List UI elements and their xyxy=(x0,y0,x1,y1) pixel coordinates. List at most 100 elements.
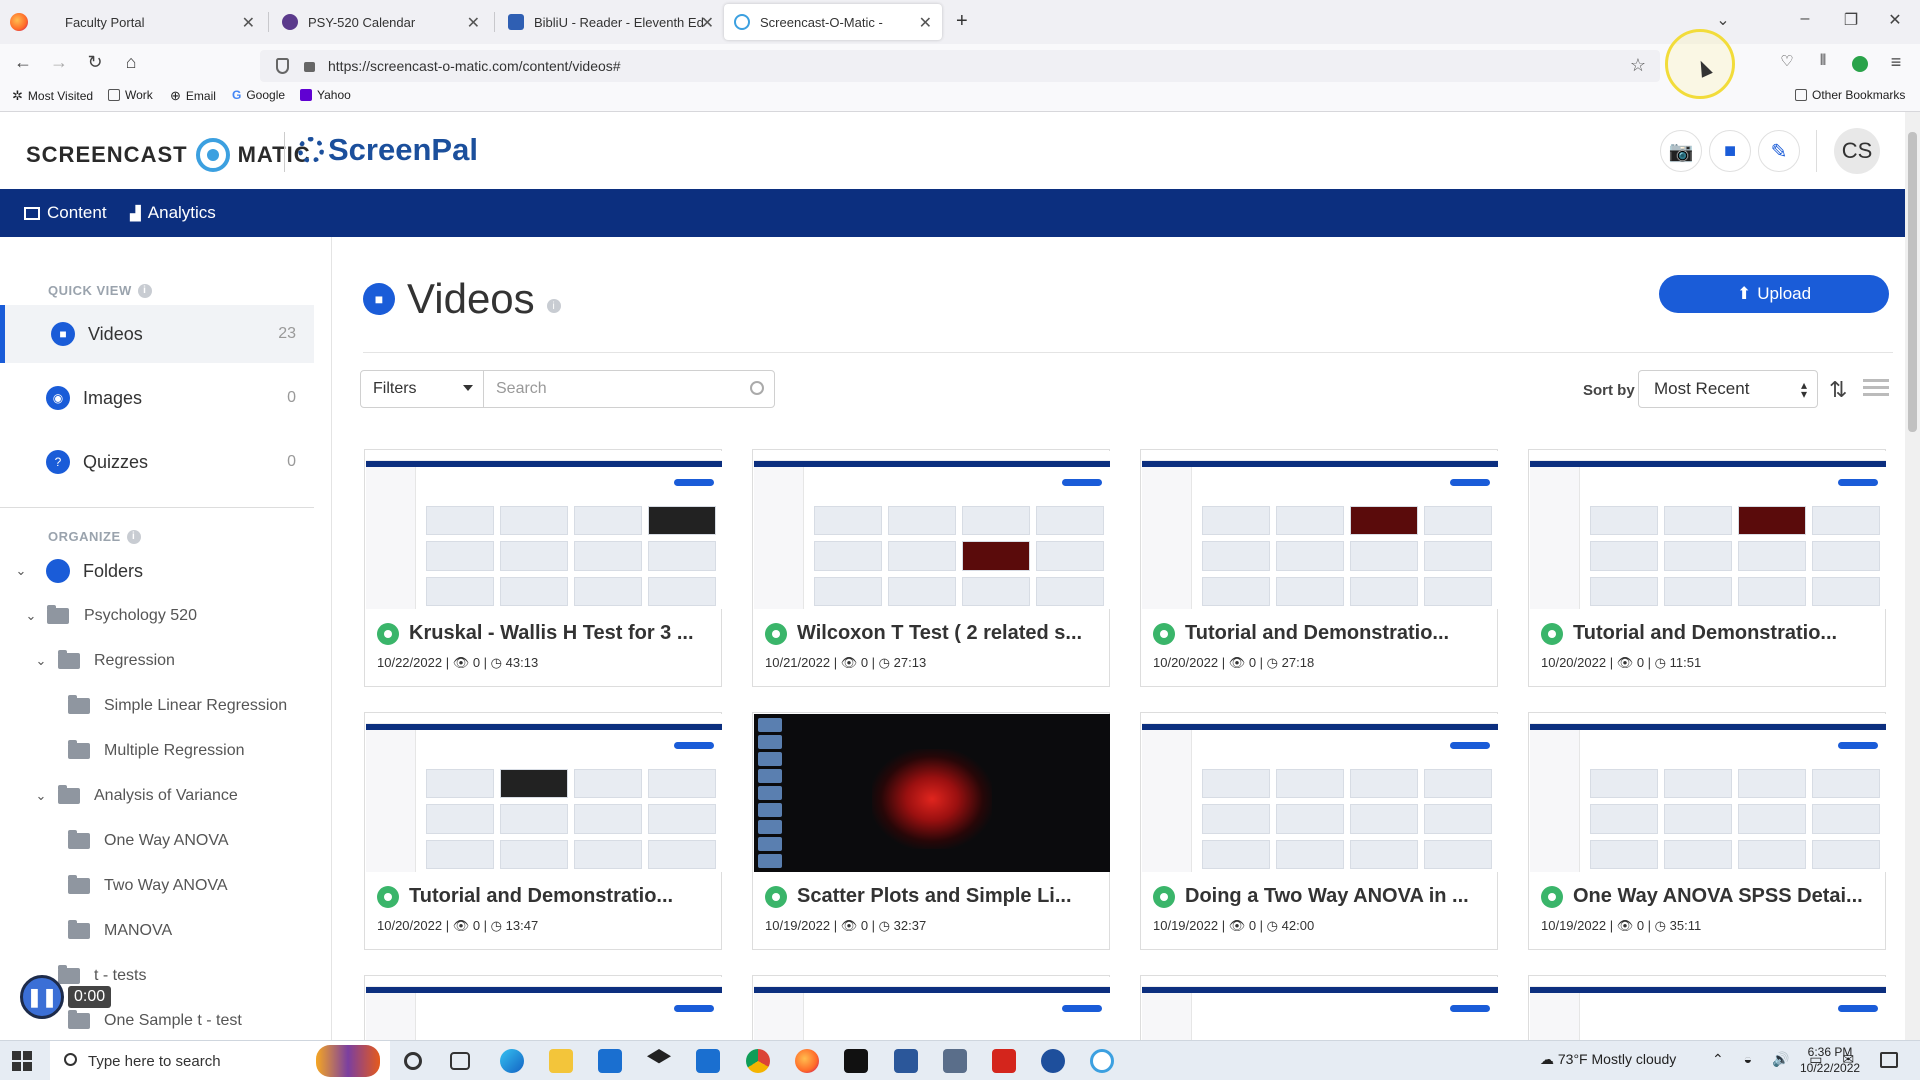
screencast-o-matic-logo[interactable]: SCREENCAST MATIC xyxy=(26,138,311,172)
other-bookmarks[interactable]: Other Bookmarks xyxy=(1795,88,1905,102)
video-thumbnail[interactable] xyxy=(754,451,1110,609)
restore-button[interactable]: ❐ xyxy=(1836,10,1866,30)
bookmark-google[interactable]: G Google xyxy=(232,88,285,102)
screencast-recorder-icon[interactable] xyxy=(844,1049,868,1073)
store-icon[interactable] xyxy=(598,1049,622,1073)
chevron-down-icon[interactable]: ⌄ xyxy=(24,608,38,624)
chrome-icon[interactable] xyxy=(746,1049,770,1073)
chevron-down-icon[interactable]: ⌄ xyxy=(34,788,48,804)
video-thumbnail[interactable] xyxy=(1142,714,1498,872)
sort-direction-icon[interactable]: ⇅ xyxy=(1829,377,1847,403)
tab-bibliu-reader[interactable]: BibliU - Reader - Eleventh Editio ✕ xyxy=(498,4,720,40)
video-thumbnail[interactable] xyxy=(366,714,722,872)
file-explorer-icon[interactable] xyxy=(549,1049,573,1073)
chevron-down-icon[interactable]: ⌄ xyxy=(34,653,48,669)
calculator-icon[interactable] xyxy=(943,1049,967,1073)
taskbar-clock[interactable]: 6:36 PM 10/22/2022 xyxy=(1800,1044,1860,1076)
mail-icon[interactable] xyxy=(696,1049,720,1073)
sigma-app-icon[interactable] xyxy=(1041,1049,1065,1073)
pocket-icon[interactable]: ♡ xyxy=(1774,52,1800,70)
video-card[interactable]: Doing a Two Way ANOVA in ... 10/19/2022 |… xyxy=(1140,712,1498,950)
library-icon[interactable]: ⫴ xyxy=(1810,52,1836,69)
video-card[interactable] xyxy=(1528,975,1886,1041)
video-camera-icon[interactable]: ■ xyxy=(1709,130,1751,172)
new-tab-button[interactable]: + xyxy=(956,10,968,33)
video-card[interactable]: Tutorial and Demonstratio... 10/20/2022 |… xyxy=(1528,449,1886,687)
video-thumbnail[interactable] xyxy=(1142,451,1498,609)
bookmark-email[interactable]: ⊕ Email xyxy=(170,88,216,104)
video-title[interactable]: Doing a Two Way ANOVA in ... xyxy=(1153,885,1487,908)
chevron-down-icon[interactable]: ⌄ xyxy=(14,563,28,579)
close-tab-icon[interactable]: ✕ xyxy=(467,13,480,33)
list-view-icon[interactable] xyxy=(1863,379,1889,399)
filters-dropdown[interactable]: Filters xyxy=(360,370,484,408)
bookmark-most-visited[interactable]: ✲ Most Visited xyxy=(12,88,93,104)
video-card[interactable] xyxy=(752,975,1110,1041)
upload-button[interactable]: ⬆ Upload xyxy=(1659,275,1889,313)
video-card[interactable] xyxy=(364,975,722,1041)
video-card[interactable]: Kruskal - Wallis H Test for 3 ... 10/22/2… xyxy=(364,449,722,687)
tree-item-simple-linear-regression[interactable]: Simple Linear Regression xyxy=(0,684,314,728)
tree-item-multiple-regression[interactable]: Multiple Regression xyxy=(0,729,314,773)
video-title[interactable]: Kruskal - Wallis H Test for 3 ... xyxy=(377,622,711,645)
task-view-icon[interactable] xyxy=(450,1052,470,1070)
video-thumbnail[interactable] xyxy=(366,977,722,1041)
screencast-taskbar-icon[interactable] xyxy=(1090,1049,1114,1073)
info-icon[interactable]: i xyxy=(137,283,152,298)
minimize-button[interactable]: – xyxy=(1790,10,1820,28)
tab-psy520-calendar[interactable]: PSY-520 Calendar ✕ xyxy=(272,4,490,40)
video-card[interactable]: Tutorial and Demonstratio... 10/20/2022 |… xyxy=(1140,449,1498,687)
bookmark-work[interactable]: Work xyxy=(108,88,153,102)
info-icon[interactable]: i xyxy=(126,529,141,544)
video-title[interactable]: Wilcoxon T Test ( 2 related s... xyxy=(765,622,1099,645)
sidebar-item-images[interactable]: ◉ Images 0 xyxy=(0,369,314,427)
tree-item-two-way-anova[interactable]: Two Way ANOVA xyxy=(0,864,314,908)
close-tab-icon[interactable]: ✕ xyxy=(919,13,932,33)
page-scrollbar[interactable] xyxy=(1905,112,1920,1040)
screenpal-logo[interactable]: ScreenPal xyxy=(298,132,478,168)
tracking-shield-icon[interactable] xyxy=(276,58,289,74)
bookmark-yahoo[interactable]: Yahoo xyxy=(300,88,351,102)
sidebar-item-quizzes[interactable]: ? Quizzes 0 xyxy=(0,433,314,491)
tree-item-analysis-of-variance[interactable]: ⌄ Analysis of Variance xyxy=(0,774,314,818)
taskbar-search-input[interactable]: Type here to search xyxy=(50,1041,390,1081)
weather-widget[interactable]: ☁ 73°F Mostly cloudy xyxy=(1540,1051,1676,1068)
close-tab-icon[interactable]: ✕ xyxy=(242,13,255,33)
nav-analytics[interactable]: ▟ Analytics xyxy=(130,203,216,223)
video-thumbnail[interactable] xyxy=(1142,977,1498,1041)
close-window-button[interactable]: ✕ xyxy=(1880,10,1910,30)
forward-arrow-icon[interactable]: → xyxy=(46,52,72,73)
tree-item-manova[interactable]: MANOVA xyxy=(0,909,314,953)
extension-check-icon[interactable] xyxy=(1852,56,1868,72)
video-title[interactable]: Scatter Plots and Simple Li... xyxy=(765,885,1099,908)
video-thumbnail[interactable] xyxy=(366,451,722,609)
video-title[interactable]: Tutorial and Demonstratio... xyxy=(1153,622,1487,645)
recorder-widget[interactable]: ❚❚ 0:00 xyxy=(20,975,112,1019)
video-card[interactable]: Tutorial and Demonstratio... 10/20/2022 |… xyxy=(364,712,722,950)
video-thumbnail[interactable] xyxy=(754,714,1110,872)
edge-icon[interactable] xyxy=(500,1049,524,1073)
back-arrow-icon[interactable]: ← xyxy=(10,52,36,73)
pause-recording-button[interactable]: ❚❚ xyxy=(20,975,64,1019)
edit-video-icon[interactable]: ✎ xyxy=(1758,130,1800,172)
sort-select[interactable]: Most Recent ▴ ▾ xyxy=(1638,370,1818,408)
acrobat-icon[interactable] xyxy=(992,1049,1016,1073)
avatar[interactable]: CS xyxy=(1834,128,1880,174)
sidebar-item-videos[interactable]: ■ Videos 23 xyxy=(0,305,314,363)
home-icon[interactable]: ⌂ xyxy=(118,52,144,73)
tree-item-one-way-anova[interactable]: One Way ANOVA xyxy=(0,819,314,863)
menu-hamburger-icon[interactable]: ≡ xyxy=(1883,52,1909,73)
video-card[interactable] xyxy=(1140,975,1498,1041)
word-icon[interactable] xyxy=(894,1049,918,1073)
video-title[interactable]: Tutorial and Demonstratio... xyxy=(377,885,711,908)
bookmark-star-icon[interactable]: ☆ xyxy=(1630,55,1646,76)
notification-icon[interactable] xyxy=(1880,1052,1898,1068)
info-icon[interactable]: i xyxy=(546,299,561,313)
video-card[interactable]: Scatter Plots and Simple Li... 10/19/2022… xyxy=(752,712,1110,950)
tree-item-psychology-520[interactable]: ⌄ Psychology 520 xyxy=(0,594,314,638)
tab-screencast-o-matic[interactable]: Screencast-O-Matic - ✕ xyxy=(724,4,942,40)
firefox-icon[interactable] xyxy=(10,13,28,31)
cortana-icon[interactable] xyxy=(404,1052,422,1070)
video-card[interactable]: Wilcoxon T Test ( 2 related s... 10/21/20… xyxy=(752,449,1110,687)
tree-item-folders[interactable]: ⌄ Folders xyxy=(0,549,314,593)
